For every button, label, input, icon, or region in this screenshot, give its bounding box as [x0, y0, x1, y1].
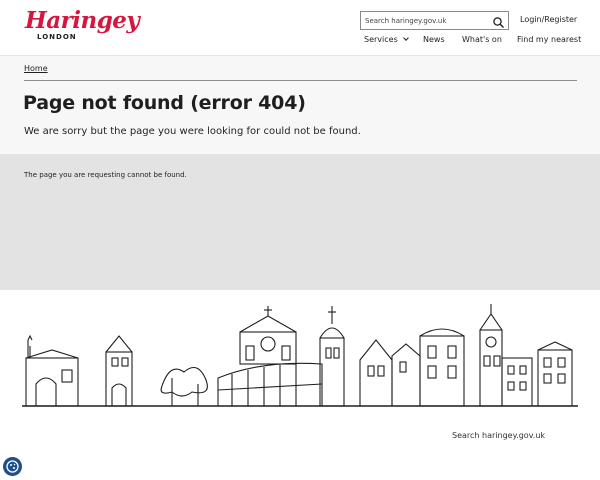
haringey-skyline-illustration — [22, 304, 578, 407]
footer-search-link[interactable]: Search haringey.gov.uk — [452, 431, 545, 440]
logo-wordmark: Haringey — [25, 7, 140, 34]
not-found-message: The page you are requesting cannot be fo… — [24, 171, 187, 179]
chevron-down-icon — [402, 35, 409, 41]
nav-whats-on[interactable]: What's on — [462, 35, 502, 44]
site-header: Haringey LONDON Login/Register Services … — [0, 0, 600, 56]
page-intro: We are sorry but the page you were looki… — [24, 126, 361, 137]
breadcrumb-divider — [24, 80, 577, 81]
page-title: Page not found (error 404) — [23, 92, 306, 114]
cookie-settings-button[interactable] — [3, 457, 22, 476]
login-register-link[interactable]: Login/Register — [520, 15, 577, 24]
search-input[interactable] — [361, 12, 489, 29]
haringey-logo[interactable]: Haringey LONDON — [25, 8, 140, 44]
nav-services[interactable]: Services — [364, 35, 409, 44]
nav-find-my-nearest[interactable]: Find my nearest — [517, 35, 581, 44]
nav-news[interactable]: News — [423, 35, 445, 44]
nav-services-label: Services — [364, 35, 398, 44]
cookie-icon — [6, 460, 19, 473]
search-icon[interactable] — [492, 14, 505, 28]
breadcrumb-home[interactable]: Home — [24, 64, 48, 73]
header-search — [360, 11, 509, 30]
logo-subtitle: LONDON — [37, 33, 77, 41]
